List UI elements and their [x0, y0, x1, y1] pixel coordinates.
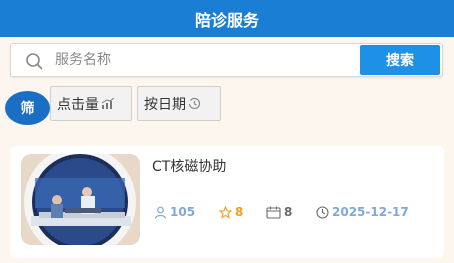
page-header: 陪诊服务 — [0, 0, 454, 37]
search-bar: 搜索 — [10, 43, 443, 77]
views-stat: 105 — [154, 205, 195, 219]
sort-by-date-button[interactable]: 按日期 — [137, 86, 221, 121]
count-stat: 8 — [266, 205, 292, 219]
star-icon — [219, 205, 232, 219]
sort-by-date-label: 按日期 — [144, 96, 186, 113]
user-icon — [154, 206, 167, 219]
sort-by-clicks-label: 点击量 — [57, 96, 99, 113]
service-date: 2025-12-17 — [332, 205, 409, 219]
views-count: 105 — [170, 205, 196, 219]
calendar-icon — [266, 206, 281, 219]
bar-chart-icon — [101, 97, 115, 109]
rating-value: 8 — [235, 205, 244, 219]
service-title: CT核磁协助 — [152, 159, 227, 175]
filter-button[interactable]: 筛 — [5, 91, 50, 125]
search-input[interactable] — [55, 44, 355, 76]
sort-by-clicks-button[interactable]: 点击量 — [50, 86, 132, 121]
search-icon — [26, 53, 43, 70]
history-icon — [188, 98, 201, 110]
clock-icon — [316, 205, 329, 219]
page-title: 陪诊服务 — [194, 10, 259, 30]
rating-stat: 8 — [219, 205, 243, 219]
search-button[interactable]: 搜索 — [360, 45, 440, 75]
count-value: 8 — [284, 205, 293, 219]
service-card[interactable]: CT核磁协助 105 8 8 2025-12-17 — [10, 146, 444, 258]
service-image — [21, 154, 140, 245]
date-stat: 2025-12-17 — [316, 205, 409, 219]
